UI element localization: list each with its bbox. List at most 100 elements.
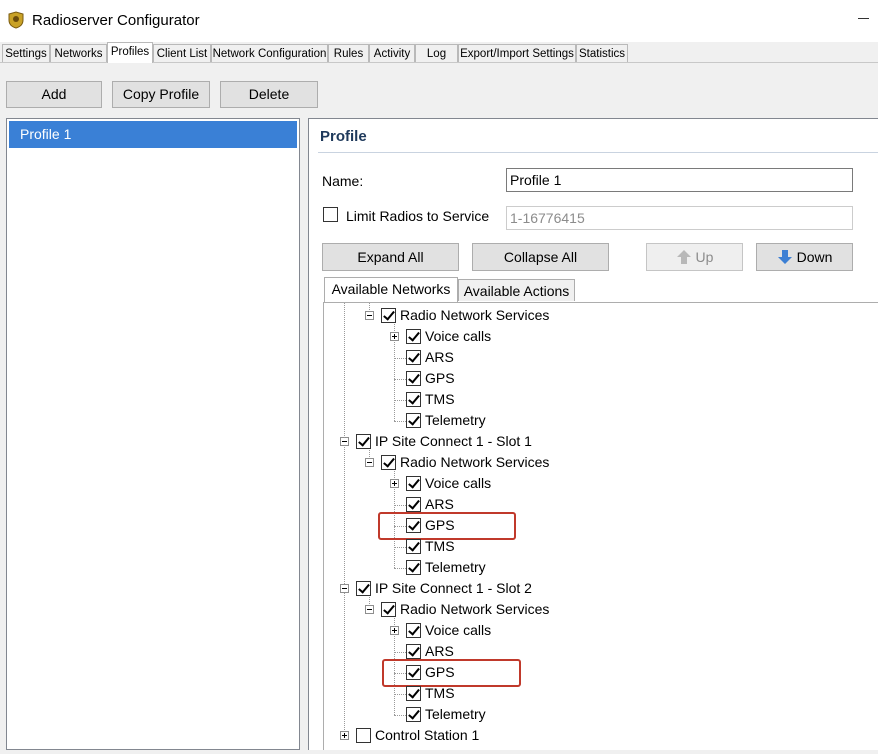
tree-node-label: Telemetry [425, 412, 486, 428]
name-field[interactable]: Profile 1 [506, 168, 853, 192]
tree-node[interactable]: TMS [324, 537, 864, 558]
collapse-icon[interactable] [340, 437, 349, 446]
tree-node-checkbox[interactable] [406, 371, 421, 386]
tab-activity[interactable]: Activity [369, 44, 415, 62]
limit-radios-field[interactable]: 1-16776415 [506, 206, 853, 230]
title-bar: Radioserver Configurator [0, 0, 878, 42]
expand-icon[interactable] [390, 479, 399, 488]
profile-heading: Profile [320, 128, 367, 145]
tree-node[interactable]: Telemetry [324, 558, 864, 579]
network-tree[interactable]: Radio Network Services Voice calls ARS GPS T… [323, 302, 878, 750]
tree-node-checkbox[interactable] [356, 581, 371, 596]
tree-node-label: TMS [425, 538, 455, 554]
tab-available-actions[interactable]: Available Actions [458, 279, 575, 301]
tab-settings[interactable]: Settings [2, 44, 50, 62]
add-button[interactable]: Add [6, 81, 102, 108]
tab-rules[interactable]: Rules [328, 44, 369, 62]
tree-node-label: Telemetry [425, 559, 486, 575]
expand-all-button[interactable]: Expand All [322, 243, 459, 271]
tree-node-checkbox[interactable] [381, 308, 396, 323]
tree-node-checkbox[interactable] [406, 476, 421, 491]
down-button[interactable]: Down [756, 243, 853, 271]
tree-node-checkbox[interactable] [356, 728, 371, 743]
tree-node-checkbox[interactable] [381, 602, 396, 617]
limit-radios-checkbox[interactable] [323, 207, 338, 222]
tree-node-label: Voice calls [425, 622, 492, 638]
tree-node-checkbox[interactable] [406, 560, 421, 575]
tree-node[interactable]: IP Site Connect 1 - Slot 1 [324, 432, 864, 453]
tree-node-label: ARS [425, 349, 454, 365]
tree-node[interactable]: IP Site Connect 1 - Slot 2 [324, 579, 864, 600]
tab-log[interactable]: Log [415, 44, 458, 62]
profile-list[interactable]: Profile 1 [6, 118, 300, 750]
highlight-box [382, 659, 521, 687]
tree-node-checkbox[interactable] [406, 497, 421, 512]
tree-node-label: Radio Network Services [400, 601, 550, 617]
tree-node[interactable]: TMS [324, 684, 864, 705]
tree-node-checkbox[interactable] [406, 413, 421, 428]
tree-node-label: Control Station 1 [375, 727, 480, 743]
tree-node[interactable]: Control Station 1 [324, 726, 864, 747]
profile-list-item[interactable]: Profile 1 [9, 121, 297, 148]
tree-node[interactable]: Telemetry [324, 411, 864, 432]
tree-node-label: Voice calls [425, 475, 492, 491]
tree-node-checkbox[interactable] [406, 686, 421, 701]
tab-network-configuration[interactable]: Network Configuration [211, 44, 328, 62]
tab-export-import-settings[interactable]: Export/Import Settings [458, 44, 576, 62]
collapse-icon[interactable] [365, 311, 374, 320]
tree-node-checkbox[interactable] [406, 623, 421, 638]
up-button[interactable]: Up [646, 243, 743, 271]
tree-node-checkbox[interactable] [406, 392, 421, 407]
highlight-box [378, 512, 516, 540]
tree-node[interactable]: Voice calls [324, 327, 864, 348]
delete-button[interactable]: Delete [220, 81, 318, 108]
tree-node[interactable]: GPS [324, 369, 864, 390]
tab-statistics[interactable]: Statistics [576, 44, 628, 62]
name-label: Name: [322, 173, 364, 189]
expand-icon[interactable] [390, 626, 399, 635]
tree-node-label: Radio Network Services [400, 307, 550, 323]
tree-node[interactable]: ARS [324, 348, 864, 369]
tab-available-networks[interactable]: Available Networks [324, 277, 458, 302]
minimize-button[interactable] [856, 8, 870, 22]
copy-profile-button[interactable]: Copy Profile [112, 81, 210, 108]
tree-node-label: Radio Network Services [400, 454, 550, 470]
tree-node[interactable]: Radio Network Services [324, 453, 864, 474]
tree-node[interactable]: TMS [324, 390, 864, 411]
app-icon [8, 11, 24, 29]
tree-node-checkbox[interactable] [406, 350, 421, 365]
heading-divider [318, 152, 878, 153]
tree-node[interactable]: Voice calls [324, 621, 864, 642]
down-label: Down [796, 249, 833, 265]
limit-radios-label: Limit Radios to Service [346, 208, 490, 224]
tree-node-checkbox[interactable] [381, 455, 396, 470]
tree-node[interactable]: Radio Network Services [324, 600, 864, 621]
tree-node-label: ARS [425, 496, 454, 512]
tree-node-checkbox[interactable] [406, 539, 421, 554]
tree-node[interactable]: Radio Network Services [324, 306, 864, 327]
tree-node[interactable]: Telemetry [324, 705, 864, 726]
tree-node-checkbox[interactable] [406, 707, 421, 722]
tree-node-checkbox[interactable] [406, 329, 421, 344]
collapse-icon[interactable] [365, 458, 374, 467]
tree-node-label: GPS [425, 370, 455, 386]
tree-node-checkbox[interactable] [406, 644, 421, 659]
up-arrow-icon [676, 250, 691, 264]
collapse-all-button[interactable]: Collapse All [472, 243, 609, 271]
tree-node[interactable]: Voice calls [324, 474, 864, 495]
expand-icon[interactable] [390, 332, 399, 341]
tab-client-list[interactable]: Client List [153, 44, 211, 62]
tree-node-label: Voice calls [425, 328, 492, 344]
tree-node-label: IP Site Connect 1 - Slot 1 [375, 433, 532, 449]
tree-node-label: Telemetry [425, 706, 486, 722]
tree-node-checkbox[interactable] [356, 434, 371, 449]
collapse-icon[interactable] [340, 584, 349, 593]
expand-icon[interactable] [340, 731, 349, 740]
tab-profiles[interactable]: Profiles [107, 42, 153, 63]
window-title: Radioserver Configurator [32, 12, 200, 29]
up-label: Up [695, 249, 714, 265]
tree-node-label: ARS [425, 643, 454, 659]
tab-networks[interactable]: Networks [50, 44, 107, 62]
collapse-icon[interactable] [365, 605, 374, 614]
tree-node-label: TMS [425, 391, 455, 407]
